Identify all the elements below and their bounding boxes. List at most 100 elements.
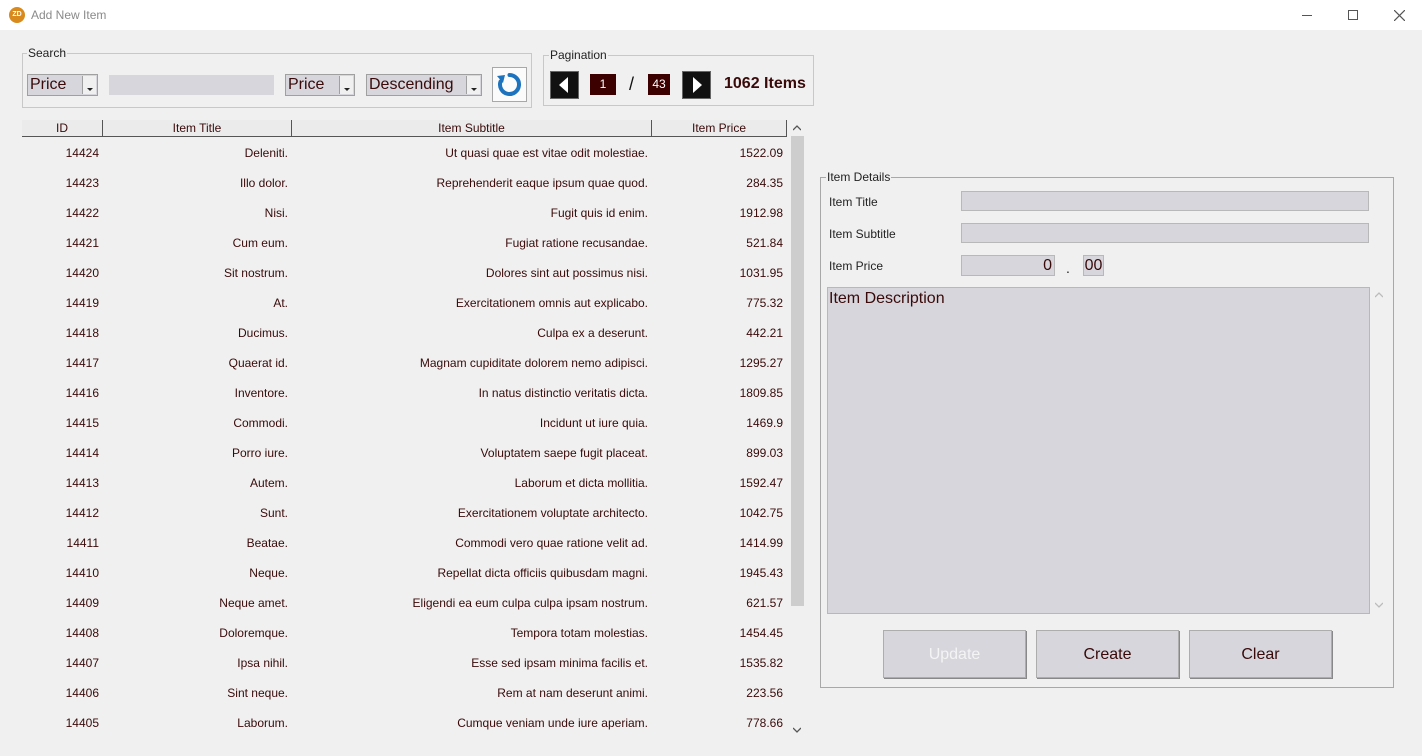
table-row[interactable]: 14423 Illo dolor. Reprehenderit eaque ipsu… [22,168,787,198]
table-row[interactable]: 14420 Sit nostrum. Dolores sint aut possim… [22,258,787,288]
cell-subtitle: Esse sed ipsam minima facilis et. [471,656,648,670]
search-legend: Search [27,46,68,60]
table-row[interactable]: 14424 Deleniti. Ut quasi quae est vitae od… [22,138,787,168]
cell-title: Laborum. [237,716,288,730]
cell-id: 14414 [65,446,99,460]
cell-id: 14420 [65,266,99,280]
clear-button[interactable]: Clear [1189,630,1332,678]
cell-id: 14410 [65,566,99,580]
table-row[interactable]: 14406 Sint neque. Rem at nam deserunt anim… [22,678,787,708]
update-button[interactable]: Update [883,630,1026,678]
cell-subtitle: Repellat dicta officiis quibusdam magni. [437,566,648,580]
prev-page-icon [559,77,568,93]
table-row[interactable]: 14411 Beatae. Commodi vero quae ratione ve… [22,528,787,558]
table-row[interactable]: 14412 Sunt. Exercitationem voluptate archi… [22,498,787,528]
table-row[interactable]: 14416 Inventore. In natus distinctio verit… [22,378,787,408]
scrollbar-thumb[interactable] [791,136,804,606]
scroll-up-icon[interactable] [1375,291,1383,299]
item-subtitle-input[interactable] [961,223,1369,243]
cell-subtitle: Voluptatem saepe fugit placeat. [480,446,648,460]
table-row[interactable]: 14415 Commodi. Incidunt ut iure quia. 1469.… [22,408,787,438]
column-header-title[interactable]: Item Title [103,120,292,137]
price-decimal-input[interactable]: 00 [1083,255,1104,276]
item-description-textarea[interactable]: Item Description [827,287,1370,614]
cell-title: Nisi. [264,206,288,220]
cell-price: 284.35 [746,176,783,190]
items-table[interactable]: ID Item Title Item Subtitle Item Price 1… [22,120,805,740]
cell-id: 14406 [65,686,99,700]
cell-price: 521.84 [746,236,783,250]
table-row[interactable]: 14405 Laborum. Cumque veniam unde iure ape… [22,708,787,738]
column-header-id[interactable]: ID [22,120,103,137]
table-row[interactable]: 14418 Ducimus. Culpa ex a deserunt. 442.21 [22,318,787,348]
item-description-placeholder: Item Description [829,290,945,307]
cell-price: 1031.95 [739,266,783,280]
close-button[interactable] [1376,0,1422,30]
table-row[interactable]: 14408 Doloremque. Tempora totam molestias.… [22,618,787,648]
cell-subtitle: Incidunt ut iure quia. [539,416,648,430]
table-row[interactable]: 14407 Ipsa nihil. Esse sed ipsam minima fa… [22,648,787,678]
cell-id: 14412 [65,506,99,520]
cell-title: At. [273,296,288,310]
cell-subtitle: Magnam cupiditate dolorem nemo adipisci. [419,356,648,370]
chevron-down-icon [82,76,96,94]
column-header-price[interactable]: Item Price [652,120,787,137]
chevron-down-icon [339,76,353,94]
cell-title: Autem. [249,476,288,490]
chevron-down-icon [466,76,480,94]
sort-by-select[interactable]: Price [285,74,355,96]
cell-subtitle: Commodi vero quae ratione velit ad. [455,536,648,550]
cell-title: Quaerat id. [228,356,288,370]
cell-id: 14408 [65,626,99,640]
scroll-down-icon[interactable] [793,726,801,734]
refresh-icon [497,73,521,96]
cell-subtitle: Exercitationem omnis aut explicabo. [455,296,648,310]
maximize-button[interactable] [1330,0,1376,30]
cell-price: 1042.75 [739,506,783,520]
table-row[interactable]: 14417 Quaerat id. Magnam cupiditate dolore… [22,348,787,378]
scroll-down-icon[interactable] [1375,601,1383,609]
cell-title: Sit nostrum. [223,266,288,280]
cell-price: 899.03 [746,446,783,460]
cell-price: 442.21 [746,326,783,340]
cell-price: 1592.47 [739,476,783,490]
scroll-up-icon[interactable] [793,124,801,132]
cell-title: Doloremque. [219,626,288,640]
cell-title: Ipsa nihil. [237,656,288,670]
table-row[interactable]: 14422 Nisi. Fugit quis id enim. 1912.98 [22,198,787,228]
price-integer-input[interactable]: 0 [961,255,1055,276]
cell-title: Sunt. [259,506,288,520]
table-scrollbar[interactable] [789,120,805,740]
cell-id: 14421 [65,236,99,250]
table-row[interactable]: 14413 Autem. Laborum et dicta mollitia. 159… [22,468,787,498]
refresh-button[interactable] [492,67,527,102]
cell-id: 14424 [65,146,99,160]
table-row[interactable]: 14419 At. Exercitationem omnis aut explica… [22,288,787,318]
search-field-select[interactable]: Price [27,74,98,96]
cell-subtitle: Laborum et dicta mollitia. [514,476,648,490]
cell-title: Neque. [249,566,288,580]
column-header-subtitle[interactable]: Item Subtitle [292,120,652,137]
cell-title: Beatae. [246,536,288,550]
cell-price: 1809.85 [739,386,783,400]
create-button[interactable]: Create [1036,630,1179,678]
sort-order-select[interactable]: Descending [366,74,482,96]
table-row[interactable]: 14410 Neque. Repellat dicta officiis quibu… [22,558,787,588]
item-details-legend: Item Details [826,170,892,184]
table-row[interactable]: 14409 Neque amet. Eligendi ea eum culpa cu… [22,588,787,618]
search-input[interactable] [109,75,274,95]
description-scrollbar[interactable] [1371,287,1387,614]
cell-price: 621.57 [746,596,783,610]
next-page-button[interactable] [682,71,711,99]
cell-id: 14413 [65,476,99,490]
cell-price: 778.66 [746,716,783,730]
item-title-input[interactable] [961,191,1369,211]
table-row[interactable]: 14421 Cum eum. Fugiat ratione recusandae. 5… [22,228,787,258]
current-page-box[interactable]: 1 [590,74,616,95]
prev-page-button[interactable] [550,71,579,99]
table-row[interactable]: 14414 Porro iure. Voluptatem saepe fugit p… [22,438,787,468]
cell-id: 14422 [65,206,99,220]
minimize-button[interactable] [1284,0,1330,30]
cell-subtitle: Fugiat ratione recusandae. [505,236,648,250]
search-field-value: Price [30,76,67,93]
